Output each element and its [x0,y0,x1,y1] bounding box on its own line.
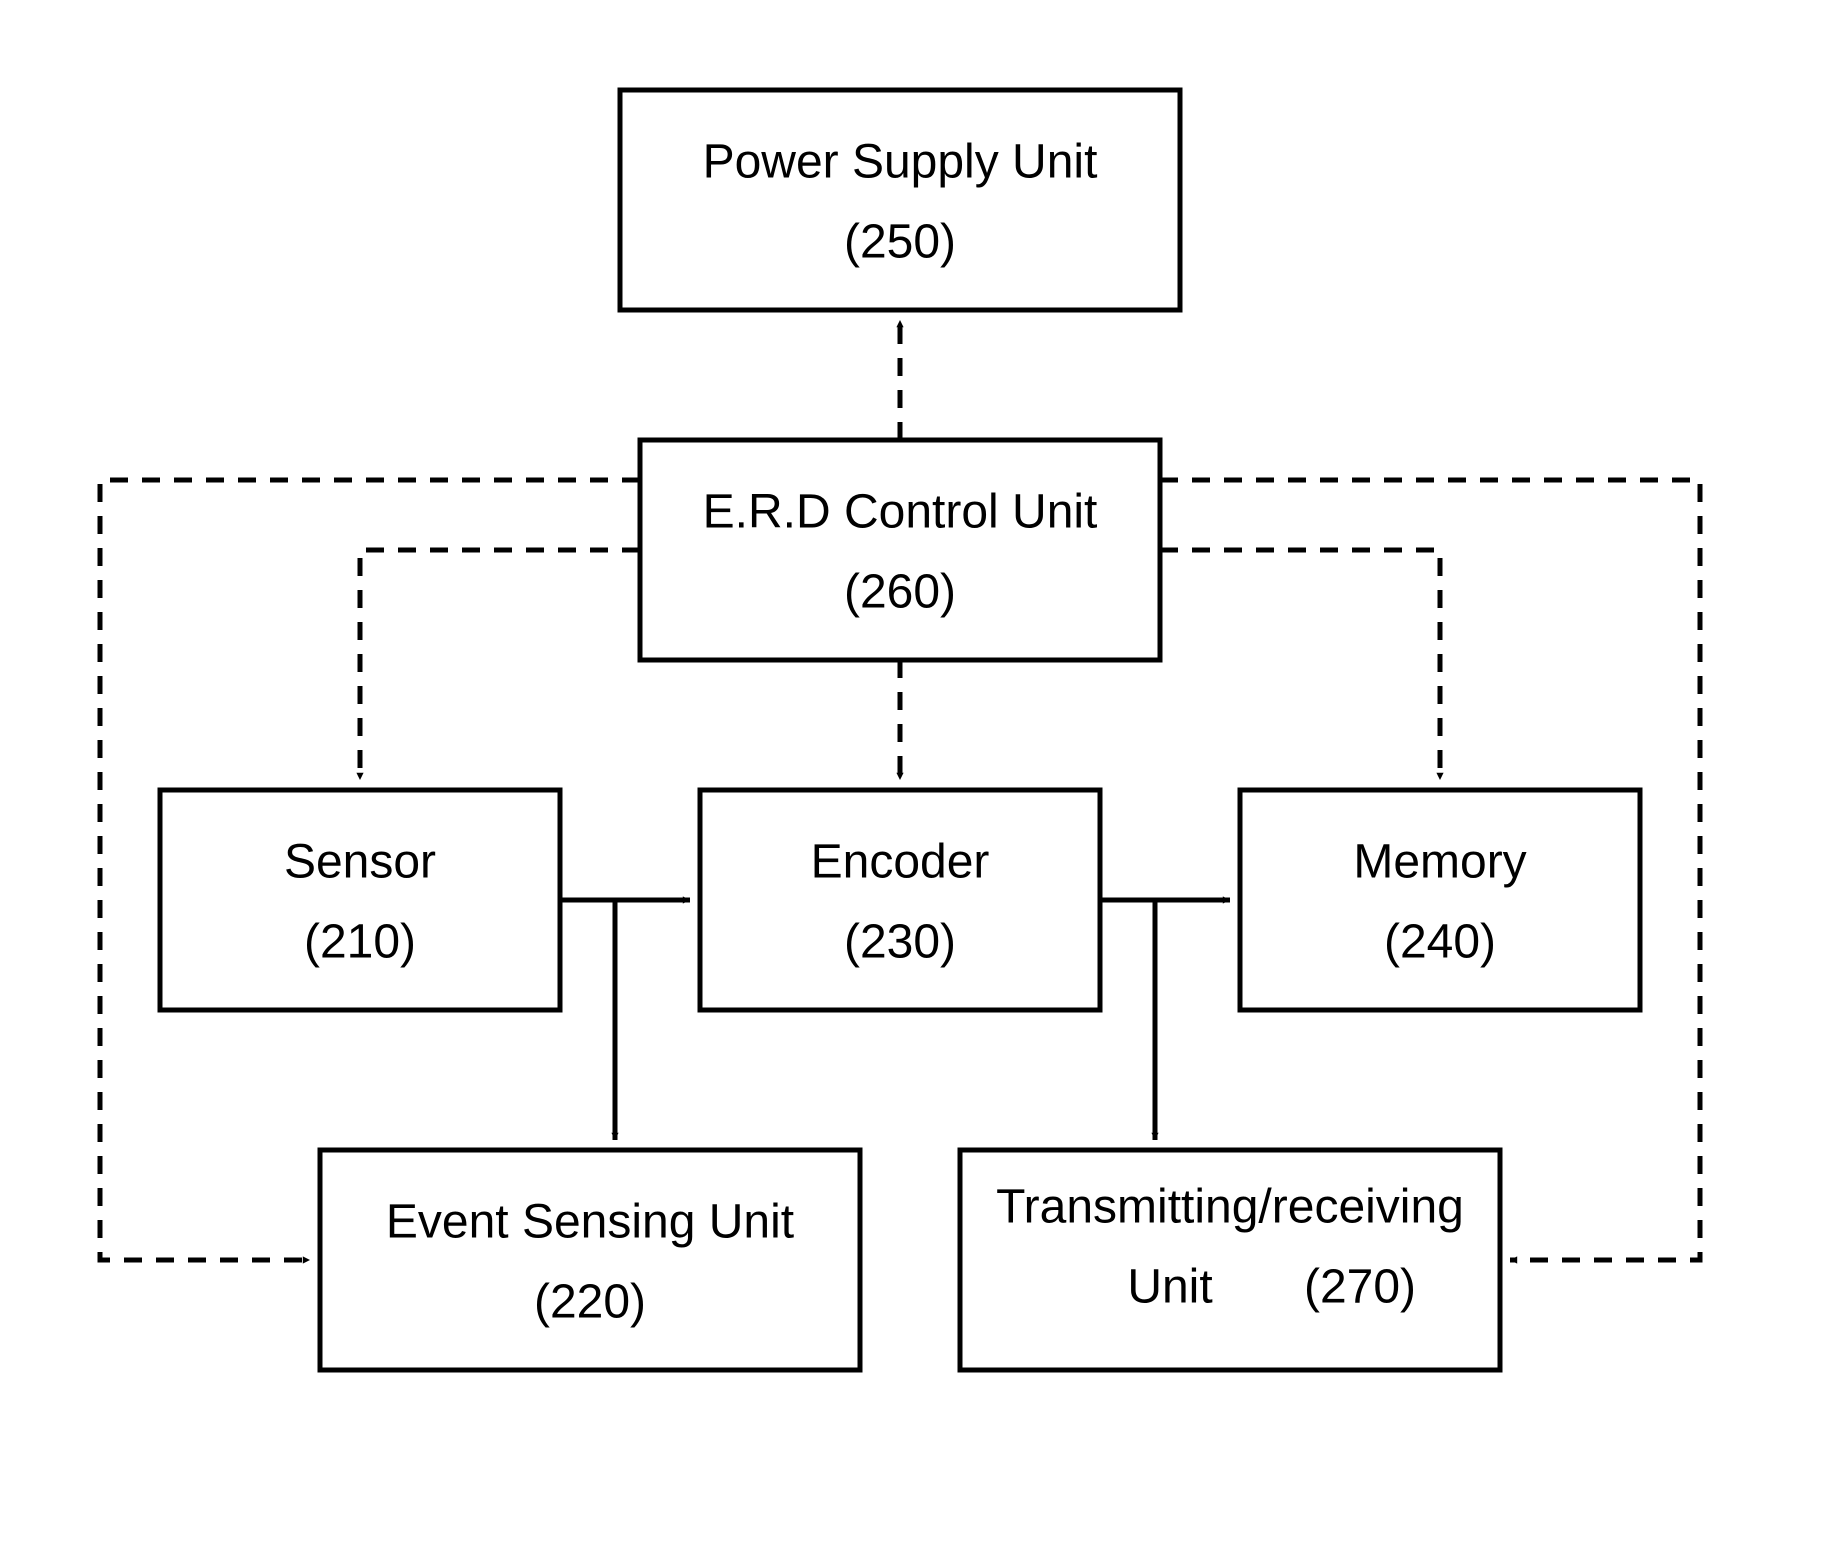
txrx-l2: Unit [1127,1261,1212,1314]
box-control-unit: E.R.D Control Unit (260) [640,440,1160,660]
box-encoder: Encoder (230) [700,790,1100,1010]
box-memory: Memory (240) [1240,790,1640,1010]
box-event-sensing: Event Sensing Unit (220) [320,1150,860,1370]
sensor-title: Sensor [284,836,436,889]
encoder-num: (230) [844,916,956,969]
encoder-title: Encoder [811,836,990,889]
block-diagram: Power Supply Unit (250) E.R.D Control Un… [0,0,1826,1568]
arrow-control-to-memory [1160,550,1440,780]
control-num: (260) [844,566,956,619]
arrow-control-to-sensor [360,550,640,780]
control-title: E.R.D Control Unit [703,486,1098,539]
txrx-num: (270) [1304,1261,1416,1314]
event-num: (220) [534,1276,646,1329]
power-title: Power Supply Unit [703,136,1098,189]
box-txrx-unit: Transmitting/receiving Unit (270) [960,1150,1500,1370]
sensor-num: (210) [304,916,416,969]
txrx-l1: Transmitting/receiving [996,1181,1464,1234]
power-num: (250) [844,216,956,269]
box-power-supply: Power Supply Unit (250) [620,90,1180,310]
memory-title: Memory [1353,836,1526,889]
memory-num: (240) [1384,916,1496,969]
box-sensor: Sensor (210) [160,790,560,1010]
event-title: Event Sensing Unit [386,1196,794,1249]
